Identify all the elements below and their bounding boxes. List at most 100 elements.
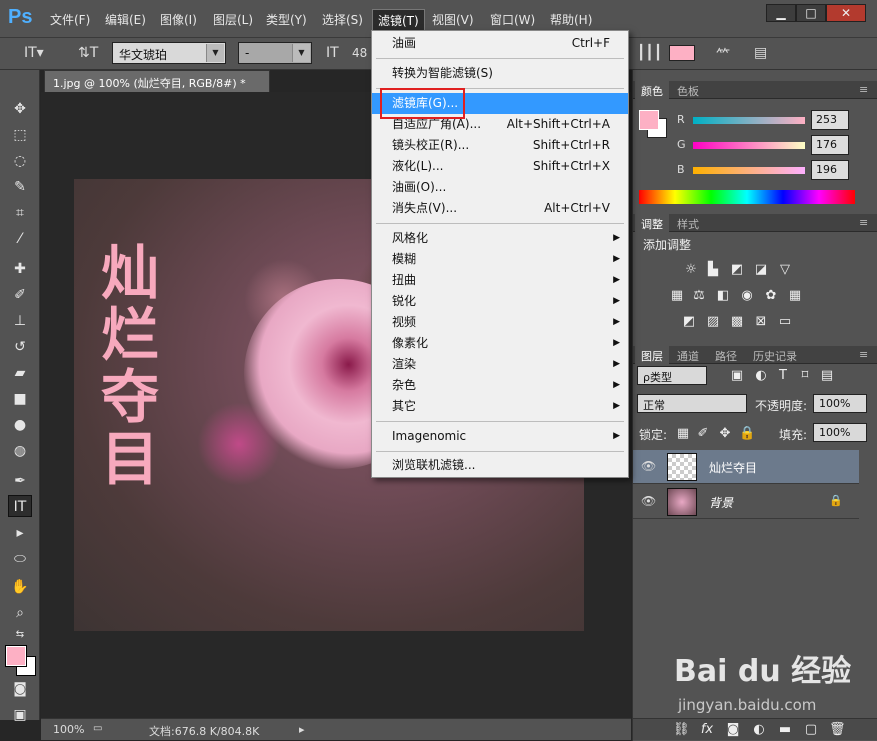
- panel-menu-icon[interactable]: ≡: [853, 214, 874, 232]
- blue-track[interactable]: [693, 167, 805, 174]
- gradient-map-icon[interactable]: ▭: [777, 314, 793, 330]
- levels-icon[interactable]: ▙: [705, 262, 721, 278]
- move-tool-icon[interactable]: ✥: [8, 98, 32, 120]
- black-white-icon[interactable]: ◧: [715, 288, 731, 304]
- screen-mode-icon[interactable]: ▣: [8, 704, 32, 726]
- color-fg-swatch[interactable]: [639, 110, 659, 130]
- menu-type[interactable]: 类型(Y): [266, 11, 307, 28]
- menu-item-liquify[interactable]: 液化(L)... Shift+Ctrl+X: [372, 156, 628, 177]
- lock-all-icon[interactable]: 🔒: [739, 426, 755, 442]
- invert-icon[interactable]: ◩: [681, 314, 697, 330]
- status-arrow-icon[interactable]: ▸: [299, 723, 305, 736]
- zoom-level[interactable]: 100%: [53, 723, 84, 736]
- filter-type-icon[interactable]: T: [775, 368, 791, 384]
- menu-item-browse-online-filters[interactable]: 浏览联机滤镜...: [372, 455, 628, 476]
- pen-tool-icon[interactable]: ✒: [8, 470, 32, 492]
- blend-mode-select[interactable]: 正常: [637, 394, 747, 413]
- menu-item-imagenomic[interactable]: Imagenomic ▶: [372, 426, 628, 447]
- curves-icon[interactable]: ◩: [729, 262, 745, 278]
- panel-menu-icon[interactable]: ≡: [853, 346, 874, 364]
- gradient-tool-icon[interactable]: ■: [8, 388, 32, 410]
- menu-item-vanishing-point[interactable]: 消失点(V)... Alt+Ctrl+V: [372, 198, 628, 219]
- tab-paths[interactable]: 路径: [709, 346, 743, 364]
- menu-item-sharpen[interactable]: 锐化 ▶: [372, 291, 628, 312]
- zoom-tool-icon[interactable]: ⌕: [8, 602, 32, 624]
- marquee-tool-icon[interactable]: ⬚: [8, 124, 32, 146]
- menu-item-lens-correction[interactable]: 镜头校正(R)... Shift+Ctrl+R: [372, 135, 628, 156]
- menu-item-video[interactable]: 视频 ▶: [372, 312, 628, 333]
- tab-channels[interactable]: 通道: [671, 346, 705, 364]
- filter-image-icon[interactable]: ▣: [729, 368, 745, 384]
- opacity-input[interactable]: 100%: [813, 394, 867, 413]
- menu-item-distort[interactable]: 扭曲 ▶: [372, 270, 628, 291]
- fill-input[interactable]: 100%: [813, 423, 867, 442]
- green-track[interactable]: [693, 142, 805, 149]
- vibrance-icon[interactable]: ▽: [777, 262, 793, 278]
- dodge-tool-icon[interactable]: ◍: [8, 440, 32, 462]
- eraser-tool-icon[interactable]: ▰: [8, 362, 32, 384]
- minimize-button[interactable]: ▁: [766, 4, 796, 22]
- menu-item-convert-smart-filter[interactable]: 转换为智能滤镜(S): [372, 63, 628, 84]
- filter-adjust-icon[interactable]: ◐: [753, 368, 769, 384]
- foreground-color-swatch[interactable]: [6, 646, 26, 666]
- toggle-orientation-icon[interactable]: ⇅T: [78, 45, 98, 61]
- clone-stamp-tool-icon[interactable]: ⊥: [8, 310, 32, 332]
- menu-item-oil-paint[interactable]: 油画(O)...: [372, 177, 628, 198]
- tab-color[interactable]: 颜色: [635, 81, 669, 99]
- layer-row-background[interactable]: 👁 背景 🔒: [633, 485, 859, 519]
- hue-saturation-icon[interactable]: ▦: [669, 288, 685, 304]
- menu-window[interactable]: 窗口(W): [490, 11, 535, 28]
- font-size-value[interactable]: 48: [352, 46, 367, 60]
- tab-styles[interactable]: 样式: [671, 214, 705, 232]
- visibility-eye-icon[interactable]: 👁: [641, 494, 656, 508]
- filter-shape-icon[interactable]: ⌑: [797, 368, 813, 384]
- menu-file[interactable]: 文件(F): [50, 11, 90, 28]
- menu-select[interactable]: 选择(S): [322, 11, 363, 28]
- tab-history[interactable]: 历史记录: [747, 346, 803, 364]
- color-balance-icon[interactable]: ⚖: [691, 288, 707, 304]
- document-tab[interactable]: 1.jpg @ 100% (灿烂夺目, RGB/8#) *: [44, 70, 270, 92]
- photo-filter-icon[interactable]: ◉: [739, 288, 755, 304]
- menu-item-last-filter[interactable]: 油画 Ctrl+F: [372, 33, 628, 54]
- font-family-select[interactable]: 华文琥珀 ▼: [112, 42, 226, 64]
- menu-help[interactable]: 帮助(H): [550, 11, 592, 28]
- exposure-icon[interactable]: ◪: [753, 262, 769, 278]
- slider-red[interactable]: R 253: [677, 110, 877, 132]
- menu-view[interactable]: 视图(V): [432, 11, 474, 28]
- lock-move-icon[interactable]: ✥: [717, 426, 733, 442]
- path-select-tool-icon[interactable]: ▸: [8, 522, 32, 544]
- selective-color-icon[interactable]: ⊠: [753, 314, 769, 330]
- lock-transparent-icon[interactable]: ▦: [675, 426, 691, 442]
- blur-tool-icon[interactable]: ●: [8, 414, 32, 436]
- menu-item-pixelate[interactable]: 像素化 ▶: [372, 333, 628, 354]
- document-size[interactable]: 文档:676.8 K/804.8K: [149, 723, 259, 739]
- threshold-icon[interactable]: ▩: [729, 314, 745, 330]
- menu-filter[interactable]: 滤镜(T): [372, 9, 425, 32]
- ellipse-tool-icon[interactable]: ⬭: [8, 548, 32, 570]
- menu-item-stylize[interactable]: 风格化 ▶: [372, 228, 628, 249]
- maximize-button[interactable]: □: [796, 4, 826, 22]
- quick-select-tool-icon[interactable]: ✎: [8, 176, 32, 198]
- character-panel-icon[interactable]: ▤: [754, 45, 767, 61]
- lasso-tool-icon[interactable]: ◌: [8, 150, 32, 172]
- visibility-eye-icon[interactable]: 👁: [641, 459, 656, 473]
- filter-smart-icon[interactable]: ▤: [819, 368, 835, 384]
- slider-green[interactable]: G 176: [677, 135, 877, 157]
- menu-item-other[interactable]: 其它 ▶: [372, 396, 628, 417]
- posterize-icon[interactable]: ▨: [705, 314, 721, 330]
- font-style-select[interactable]: - ▼: [238, 42, 312, 64]
- panel-menu-icon[interactable]: ≡: [853, 81, 874, 99]
- color-spectrum-ramp[interactable]: [639, 190, 855, 204]
- color-lookup-icon[interactable]: ▦: [787, 288, 803, 304]
- menu-edit[interactable]: 编辑(E): [105, 11, 146, 28]
- menu-item-blur[interactable]: 模糊 ▶: [372, 249, 628, 270]
- crop-tool-icon[interactable]: ⌗: [8, 202, 32, 224]
- layer-row-text[interactable]: 👁 灿烂夺目: [633, 450, 859, 484]
- history-brush-tool-icon[interactable]: ↺: [8, 336, 32, 358]
- slider-blue[interactable]: B 196: [677, 160, 877, 182]
- close-button[interactable]: ✕: [826, 4, 866, 22]
- brush-tool-icon[interactable]: ✐: [8, 284, 32, 306]
- tab-swatches[interactable]: 色板: [671, 81, 705, 99]
- brightness-icon[interactable]: ☼: [683, 262, 699, 278]
- tab-layers[interactable]: 图层: [635, 346, 669, 364]
